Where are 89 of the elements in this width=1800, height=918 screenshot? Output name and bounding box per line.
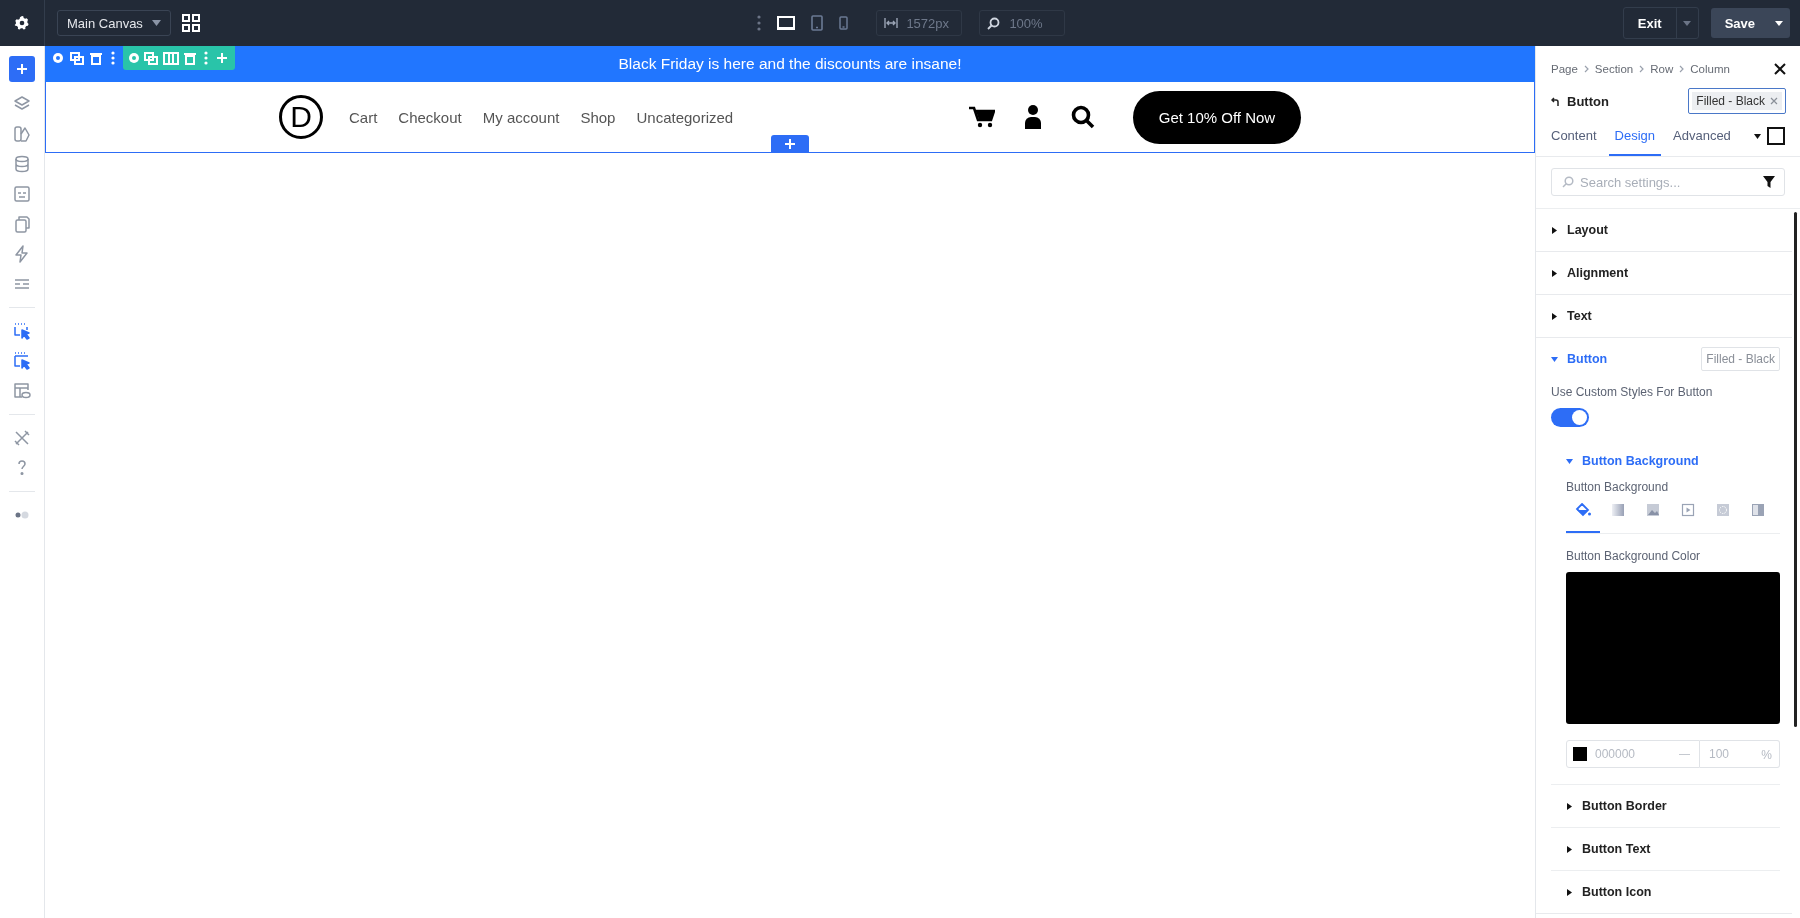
- caret-icon: [1566, 802, 1573, 810]
- database-icon[interactable]: [13, 155, 31, 173]
- pages-icon[interactable]: [13, 215, 31, 233]
- search-icon: [1562, 176, 1574, 188]
- add-section-button[interactable]: [771, 135, 809, 153]
- field-label: Button Background Color: [1566, 549, 1702, 563]
- breadcrumb-link[interactable]: Page: [1551, 63, 1578, 75]
- shapes-icon[interactable]: [13, 125, 31, 143]
- logo[interactable]: D: [279, 95, 323, 139]
- square-icon[interactable]: [1767, 127, 1785, 145]
- caret-icon: [1566, 888, 1573, 896]
- image-icon: [1645, 503, 1661, 517]
- phone-icon[interactable]: [839, 16, 849, 30]
- chevron-icon: [1639, 65, 1645, 73]
- settings-group-toggle[interactable]: Button: [1536, 338, 1608, 380]
- field-label: Button Background: [1566, 480, 1670, 494]
- chevron-icon: [1679, 65, 1685, 73]
- nav-link[interactable]: Checkout: [398, 108, 462, 126]
- width-field[interactable]: 1572px: [876, 10, 963, 36]
- mask-icon: [1750, 503, 1766, 517]
- color-preview[interactable]: [1566, 572, 1780, 724]
- nav-link[interactable]: Shop: [580, 108, 616, 126]
- user-icon[interactable]: [1025, 105, 1041, 129]
- subgroup-toggle[interactable]: Button Background: [1566, 447, 1780, 475]
- cursor-icon[interactable]: [13, 322, 31, 340]
- toggle-switch[interactable]: [1551, 408, 1589, 427]
- cursor-icon[interactable]: [13, 352, 31, 370]
- subgroup-toggle[interactable]: Button Border: [1566, 785, 1780, 827]
- unit-label: %: [1761, 748, 1772, 762]
- search-field[interactable]: Search settings...: [1551, 168, 1785, 196]
- subgroup-toggle[interactable]: Button Text: [1566, 828, 1780, 870]
- search-icon[interactable]: [1071, 105, 1095, 129]
- chevron-icon: [1583, 65, 1589, 73]
- caret-icon: [1551, 355, 1558, 363]
- plus-icon: [16, 63, 28, 75]
- caret-icon: [1551, 226, 1558, 234]
- plus-icon: [785, 139, 795, 149]
- settings-group-toggle[interactable]: Layout: [1536, 209, 1608, 251]
- tools-icon[interactable]: [13, 429, 31, 447]
- bolt-icon[interactable]: [13, 245, 31, 263]
- back-icon[interactable]: [1551, 96, 1560, 106]
- table-eye-icon[interactable]: [13, 382, 31, 400]
- panel-tab[interactable]: Content: [1551, 116, 1603, 156]
- filter-icon[interactable]: [1763, 176, 1775, 188]
- banner-text: Black Friday is here and the discounts are insane!: [618, 55, 962, 73]
- grid-icon[interactable]: [182, 14, 200, 32]
- more-icon[interactable]: [757, 15, 762, 31]
- cta-button[interactable]: Get 10% Off Now: [1133, 90, 1301, 144]
- tablet-icon[interactable]: [811, 15, 824, 31]
- zoom-field[interactable]: 100%: [979, 10, 1066, 36]
- row-toolbar[interactable]: [123, 46, 235, 70]
- breadcrumb-link[interactable]: Row: [1650, 63, 1674, 75]
- pattern-icon: [1715, 503, 1731, 517]
- canvas-select[interactable]: Main Canvas: [57, 10, 171, 36]
- caret-icon: [152, 20, 161, 26]
- caret-icon[interactable]: [1754, 133, 1761, 139]
- settings-group-toggle[interactable]: Text: [1536, 295, 1592, 337]
- nav-link[interactable]: Cart: [349, 108, 378, 126]
- desktop-icon[interactable]: [777, 16, 796, 30]
- scrollbar[interactable]: [1794, 212, 1797, 727]
- paint-bucket-icon: [1575, 503, 1591, 517]
- caret-icon[interactable]: [1775, 20, 1783, 26]
- module-title: Button: [1567, 93, 1609, 109]
- gradient-icon: [1610, 503, 1626, 517]
- caret-icon: [1566, 845, 1573, 853]
- subgroup-toggle[interactable]: Button Icon: [1566, 871, 1780, 913]
- panel-tab[interactable]: Advanced: [1667, 116, 1737, 156]
- field-label: Use Custom Styles For Button: [1551, 385, 1714, 399]
- layers-icon[interactable]: [13, 95, 31, 113]
- settings-group-toggle[interactable]: Alignment: [1536, 252, 1629, 294]
- breadcrumb-link[interactable]: Section: [1594, 63, 1634, 75]
- hex-field[interactable]: 000000: [1566, 740, 1700, 768]
- breadcrumb-link[interactable]: Column: [1690, 63, 1730, 75]
- window-icon[interactable]: [13, 185, 31, 203]
- nav-link[interactable]: My account: [482, 108, 560, 126]
- search-icon: [987, 17, 1001, 30]
- settings-icon[interactable]: [14, 15, 30, 31]
- background-type-tab[interactable]: [1566, 503, 1600, 533]
- play-icon: [1680, 503, 1696, 517]
- caret-icon: [1551, 312, 1558, 320]
- color-swatch[interactable]: [1573, 747, 1587, 761]
- caret-icon: [1551, 269, 1558, 277]
- panel-tab[interactable]: Design: [1608, 116, 1661, 156]
- nav-link[interactable]: Uncategorized: [636, 108, 734, 126]
- add-button[interactable]: [9, 56, 35, 82]
- close-icon[interactable]: [1774, 63, 1786, 75]
- caret-icon: [1566, 457, 1573, 465]
- width-icon: [884, 17, 899, 29]
- cart-icon[interactable]: [969, 106, 995, 128]
